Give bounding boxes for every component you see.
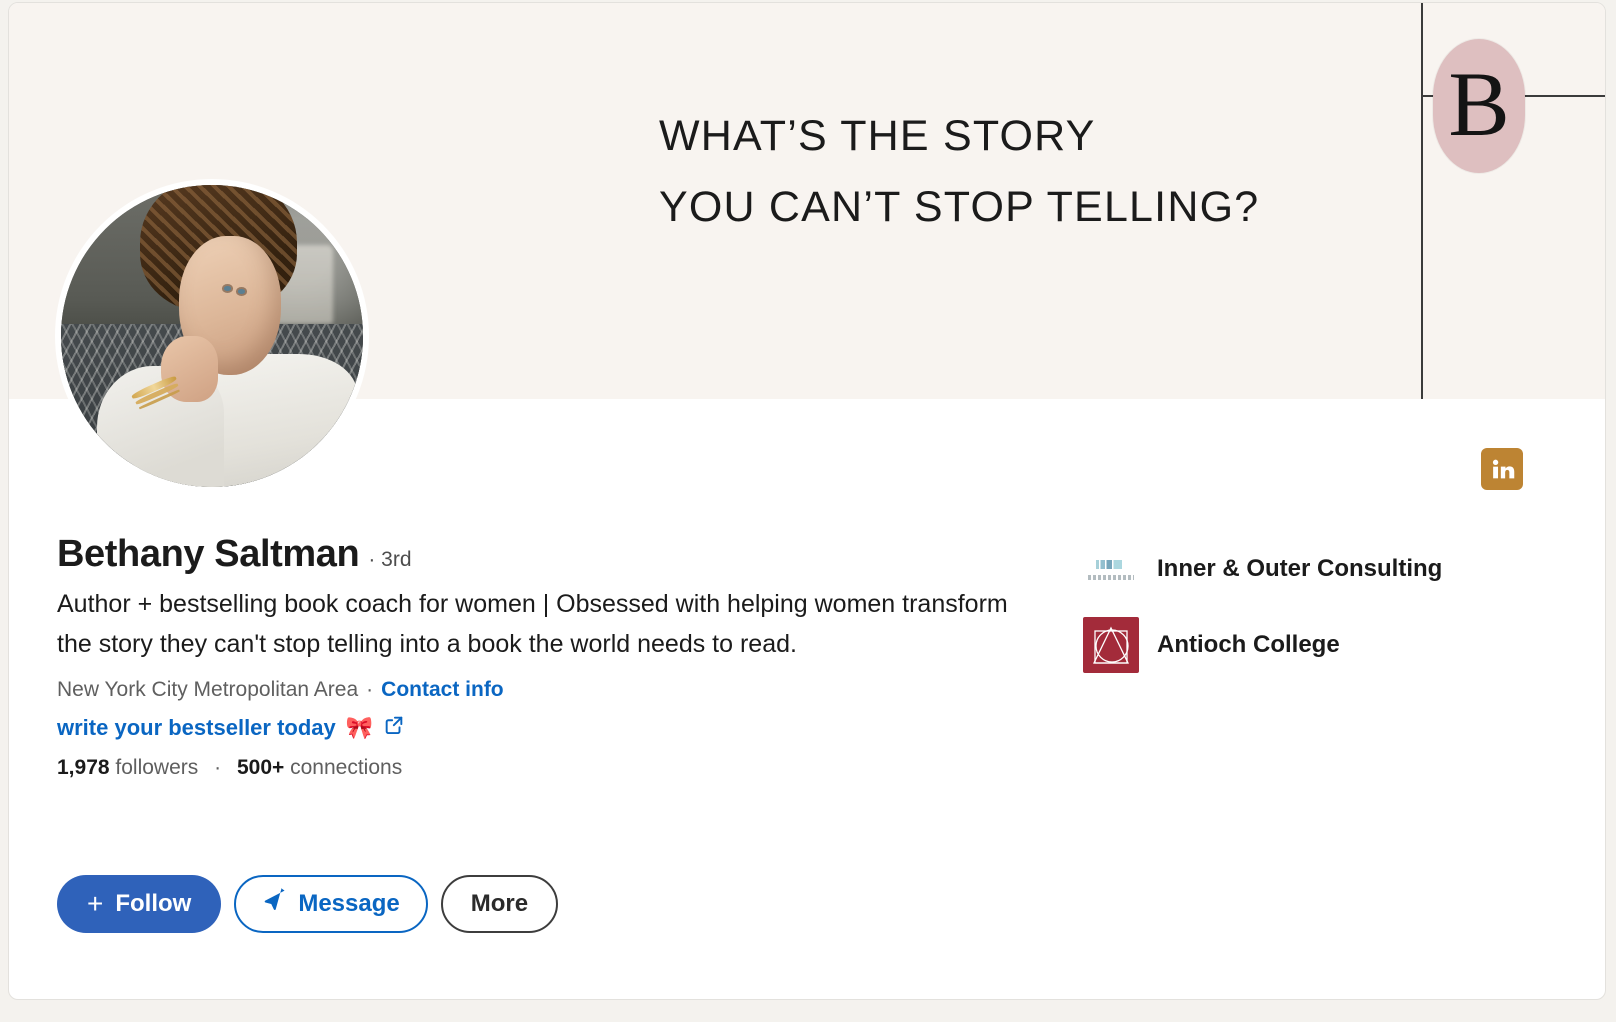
profile-actions: + Follow Message More — [57, 875, 559, 933]
avatar[interactable] — [55, 179, 369, 493]
photo-eye-left — [223, 286, 232, 291]
consulting-wave-icon — [1096, 560, 1122, 569]
follow-button[interactable]: + Follow — [57, 875, 222, 933]
profile-headline: Author + bestselling book coach for wome… — [57, 590, 1008, 658]
affiliation-company-label: Inner & Outer Consulting — [1157, 555, 1443, 582]
plus-icon: + — [87, 888, 104, 919]
linkedin-icon[interactable] — [1481, 448, 1523, 490]
name-row: Bethany Saltman · 3rd — [57, 531, 1037, 577]
linkedin-profile-page: WHAT’S THE STORY YOU CAN’T STOP TELLING?… — [0, 0, 1616, 1022]
connections-count: 500+ — [236, 756, 285, 780]
avatar-photo — [61, 185, 363, 487]
profile-stats: 1,978 followers · 500+ connections — [57, 756, 1037, 780]
followers-count: 1,978 — [57, 756, 110, 780]
message-button[interactable]: Message — [234, 875, 428, 933]
stats-separator: · — [214, 756, 222, 780]
affiliation-company[interactable]: Inner & Outer Consulting — [1083, 531, 1553, 607]
profile-card: WHAT’S THE STORY YOU CAN’T STOP TELLING?… — [8, 2, 1606, 1000]
photo-hand — [160, 336, 219, 403]
profile-identity: Bethany Saltman · 3rd Author + bestselli… — [57, 531, 1037, 780]
banner-headline-line1: WHAT’S THE STORY — [659, 112, 1096, 160]
consulting-wordmark — [1088, 575, 1134, 580]
banner-vertical-rule — [1421, 3, 1423, 399]
affiliation-school[interactable]: Antioch College — [1083, 607, 1553, 683]
message-button-label: Message — [298, 890, 400, 917]
more-button-label: More — [470, 890, 529, 917]
antioch-college-logo — [1083, 617, 1139, 673]
consulting-mark-icon — [1088, 558, 1134, 580]
ribbon-bow-icon: 🎀 — [345, 715, 374, 741]
photo-eye-right — [238, 289, 246, 294]
monogram-letter: B — [1448, 53, 1510, 155]
affiliation-school-label: Antioch College — [1157, 631, 1340, 658]
website-link[interactable]: write your bestseller today 🎀 — [57, 714, 405, 742]
page-title: Bethany Saltman — [57, 533, 360, 575]
send-icon — [262, 886, 288, 921]
followers-label: followers — [115, 756, 199, 780]
connection-degree: · 3rd — [368, 548, 412, 571]
affiliations-list: Inner & Outer Consulting Antioch College — [1083, 531, 1553, 683]
more-button[interactable]: More — [440, 875, 559, 933]
location-row: New York City Metropolitan Area · Contac… — [57, 678, 1037, 702]
location-separator: · — [366, 678, 374, 702]
inner-outer-consulting-logo — [1083, 541, 1139, 597]
connections-label: connections — [290, 756, 403, 780]
follow-button-label: Follow — [115, 890, 192, 917]
external-link-icon — [383, 714, 405, 742]
profile-location: New York City Metropolitan Area — [57, 678, 359, 702]
banner-headline-line2: YOU CAN’T STOP TELLING? — [659, 182, 1260, 231]
banner-headline: WHAT’S THE STORY YOU CAN’T STOP TELLING? — [659, 101, 1259, 243]
contact-info-link[interactable]: Contact info — [381, 678, 503, 702]
brand-monogram-badge: B — [1433, 39, 1525, 173]
website-link-label: write your bestseller today — [57, 715, 336, 741]
